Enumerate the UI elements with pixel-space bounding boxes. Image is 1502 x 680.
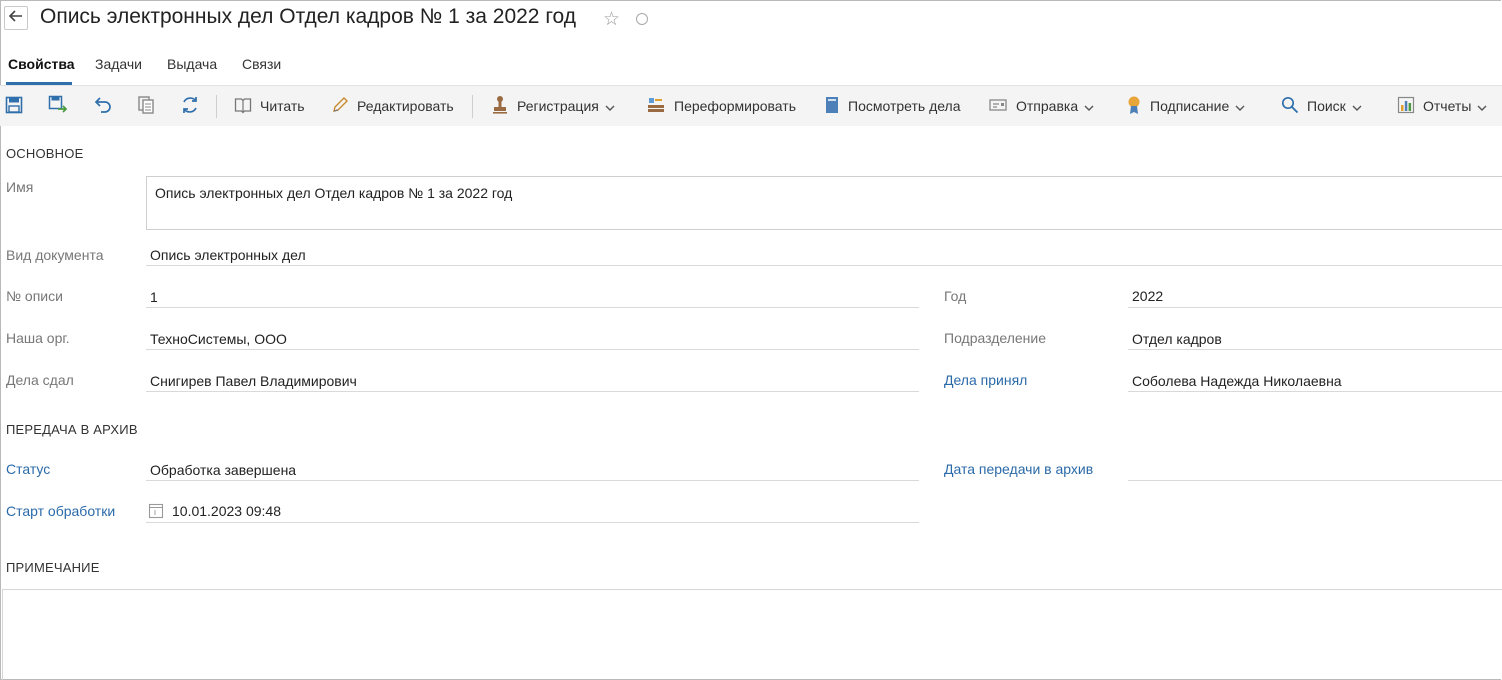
processing-start-value: 10.01.2023 09:48 — [172, 503, 281, 519]
status-circle-icon — [636, 13, 648, 25]
section-main-heading: ОСНОВНОЕ — [6, 146, 84, 161]
chevron-down-icon — [1352, 98, 1362, 114]
registration-dropdown[interactable]: Регистрация — [491, 86, 615, 126]
chevron-down-icon — [1477, 98, 1487, 114]
save-icon — [5, 96, 23, 117]
medal-icon — [1126, 95, 1142, 118]
status-field[interactable]: Обработка завершена — [146, 457, 919, 481]
reports-dropdown[interactable]: Отчеты — [1397, 86, 1487, 126]
reform-button[interactable]: Переформировать — [646, 86, 796, 126]
reports-label: Отчеты — [1423, 98, 1472, 114]
favorite-star-icon[interactable]: ☆ — [603, 8, 620, 31]
calendar-icon[interactable] — [148, 503, 164, 522]
book-icon — [234, 96, 252, 117]
folder-book-icon — [824, 95, 840, 118]
edit-button[interactable]: Редактировать — [331, 86, 454, 126]
copy-button[interactable] — [137, 86, 155, 126]
tab-tasks[interactable]: Задачи — [95, 56, 142, 84]
transfer-date-field[interactable] — [1128, 457, 1502, 481]
save-button[interactable] — [5, 86, 23, 126]
page-title: Опись электронных дел Отдел кадров № 1 з… — [40, 5, 576, 28]
section-archive-heading: ПЕРЕДАЧА В АРХИВ — [6, 422, 138, 437]
read-button[interactable]: Читать — [234, 86, 305, 126]
read-label: Читать — [260, 98, 305, 114]
name-input[interactable]: Опись электронных дел Отдел кадров № 1 з… — [146, 176, 1502, 230]
handed-by-label: Дела сдал — [6, 372, 74, 388]
tab-links[interactable]: Связи — [242, 56, 281, 84]
save-close-icon — [48, 95, 68, 118]
doc-type-field[interactable]: Опись электронных дел — [146, 242, 1502, 266]
handed-by-field[interactable]: Снигирев Павел Владимирович — [146, 368, 919, 392]
section-note-heading: ПРИМЕЧАНИЕ — [6, 560, 100, 575]
view-cases-label: Посмотреть дела — [848, 98, 961, 114]
search-label: Поиск — [1307, 98, 1346, 114]
year-field[interactable]: 2022 — [1128, 284, 1502, 308]
processing-start-field[interactable]: 10.01.2023 09:48 — [146, 499, 919, 523]
chevron-down-icon — [1084, 98, 1094, 114]
toolbar-separator — [472, 95, 473, 118]
department-field[interactable]: Отдел кадров — [1128, 326, 1502, 350]
search-dropdown[interactable]: Поиск — [1281, 86, 1362, 126]
back-button[interactable] — [4, 6, 28, 30]
toolbar: Читать Редактировать Регистрация Перефор… — [0, 86, 1502, 126]
pencil-icon — [331, 96, 349, 117]
reform-icon — [646, 95, 666, 118]
send-dropdown[interactable]: Отправка — [988, 86, 1094, 126]
registration-label: Регистрация — [517, 98, 599, 114]
bar-chart-icon — [1397, 96, 1415, 117]
note-textarea[interactable] — [2, 589, 1502, 680]
accepted-by-link[interactable]: Дела принял — [944, 372, 1027, 388]
department-label: Подразделение — [944, 330, 1047, 346]
inventory-no-label: № описи — [6, 288, 63, 304]
inventory-no-field[interactable]: 1 — [146, 284, 919, 308]
stamp-icon — [491, 95, 509, 118]
undo-icon — [92, 96, 112, 117]
signing-dropdown[interactable]: Подписание — [1126, 86, 1245, 126]
search-icon — [1281, 96, 1299, 117]
refresh-icon — [180, 95, 200, 118]
our-org-label: Наша орг. — [6, 330, 70, 346]
our-org-field[interactable]: ТехноСистемы, ООО — [146, 326, 919, 350]
refresh-button[interactable] — [180, 86, 200, 126]
reform-label: Переформировать — [674, 98, 796, 114]
edit-label: Редактировать — [357, 98, 454, 114]
tab-issuance[interactable]: Выдача — [167, 56, 217, 84]
name-label: Имя — [6, 179, 34, 195]
send-label: Отправка — [1016, 98, 1079, 114]
status-link[interactable]: Статус — [6, 461, 50, 477]
toolbar-separator — [216, 95, 217, 118]
accepted-by-field[interactable]: Соболева Надежда Николаевна — [1128, 368, 1502, 392]
undo-button[interactable] — [92, 86, 112, 126]
send-icon — [988, 97, 1008, 116]
chevron-down-icon — [605, 98, 615, 114]
tab-properties[interactable]: Свойства — [8, 56, 75, 84]
view-cases-button[interactable]: Посмотреть дела — [824, 86, 961, 126]
chevron-down-icon — [1235, 98, 1245, 114]
back-arrow-icon — [8, 9, 24, 28]
transfer-date-link[interactable]: Дата передачи в архив — [944, 461, 1093, 477]
doc-type-label: Вид документа — [6, 247, 104, 263]
copy-icon — [137, 95, 155, 118]
processing-start-link[interactable]: Старт обработки — [6, 503, 115, 519]
year-label: Год — [944, 288, 967, 304]
save-and-close-button[interactable] — [48, 86, 68, 126]
signing-label: Подписание — [1150, 98, 1230, 114]
